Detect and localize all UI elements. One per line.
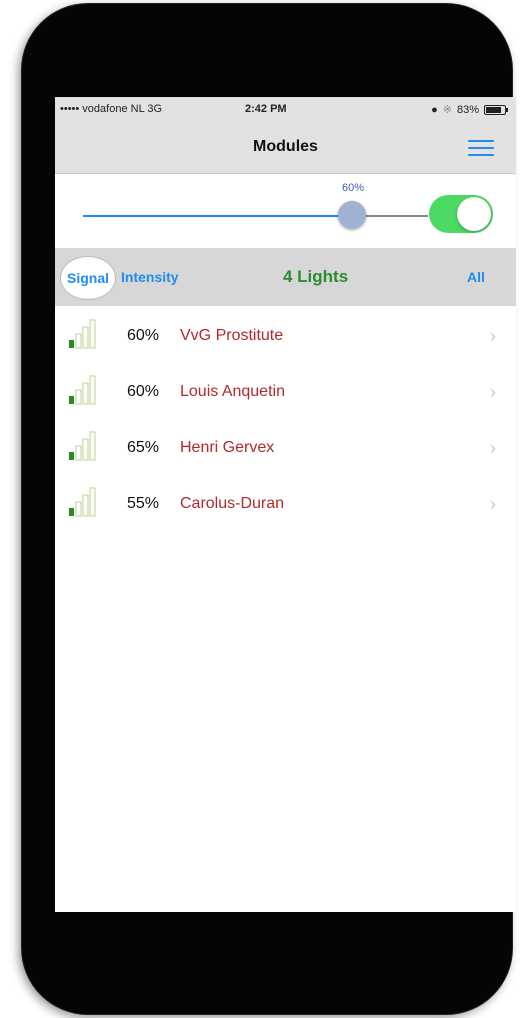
chevron-right-icon: ›	[490, 382, 496, 402]
module-name: Louis Anquetin	[180, 383, 285, 400]
chevron-right-icon: ›	[490, 494, 496, 514]
carrier-label: ••••• vodafone NL 3G	[60, 103, 163, 115]
select-all-button[interactable]: All	[467, 269, 485, 285]
signal-strength-icon	[69, 431, 96, 461]
sort-bar: Signal Intensity 4 Lights All	[55, 248, 516, 306]
module-intensity: 60%	[127, 327, 160, 344]
clock-time: 2:42 PM	[245, 103, 287, 115]
status-bar: ••••• vodafone NL 3G 2:42 PM ● ※ 83%	[55, 97, 516, 121]
chevron-right-icon: ›	[490, 326, 496, 346]
signal-strength-icon	[69, 487, 96, 517]
battery-icon	[484, 104, 508, 115]
master-power-toggle[interactable]	[429, 195, 493, 233]
module-row[interactable]: 55% Carolus-Duran ›	[55, 478, 516, 534]
app-screen: ••••• vodafone NL 3G 2:42 PM ● ※ 83% Mod…	[55, 97, 516, 912]
module-row[interactable]: 60% VvG Prostitute ›	[55, 310, 516, 366]
signal-strength-icon	[69, 319, 96, 349]
master-intensity-control: 60%	[55, 174, 516, 248]
signal-strength-icon	[69, 375, 96, 405]
status-right: ● ※ 83%	[431, 103, 508, 116]
module-list: 60% VvG Prostitute › 60% Louis Anquetin …	[55, 310, 516, 534]
toggle-knob	[457, 197, 491, 231]
module-intensity: 60%	[127, 383, 160, 400]
sort-signal-button[interactable]: Signal	[60, 256, 116, 300]
module-row[interactable]: 65% Henri Gervex ›	[55, 422, 516, 478]
bluetooth-icon: ※	[442, 104, 452, 116]
hamburger-menu-icon[interactable]	[468, 140, 494, 158]
chevron-right-icon: ›	[490, 438, 496, 458]
module-name: VvG Prostitute	[180, 327, 284, 344]
module-name: Carolus-Duran	[180, 495, 285, 512]
slider-value-label: 60%	[342, 182, 365, 194]
slider-track-empty[interactable]	[358, 215, 428, 217]
lights-count: 4 Lights	[283, 267, 349, 286]
module-intensity: 65%	[127, 439, 160, 456]
module-intensity: 55%	[127, 495, 160, 512]
module-row[interactable]: 60% Louis Anquetin ›	[55, 366, 516, 422]
page-title: Modules	[253, 138, 318, 155]
module-name: Henri Gervex	[180, 439, 275, 456]
intensity-slider-thumb[interactable]	[338, 201, 366, 229]
battery-percent: 83%	[456, 103, 479, 116]
sort-intensity-button[interactable]: Intensity	[121, 269, 179, 285]
alarm-icon: ●	[431, 103, 438, 116]
nav-bar: Modules	[55, 121, 516, 174]
